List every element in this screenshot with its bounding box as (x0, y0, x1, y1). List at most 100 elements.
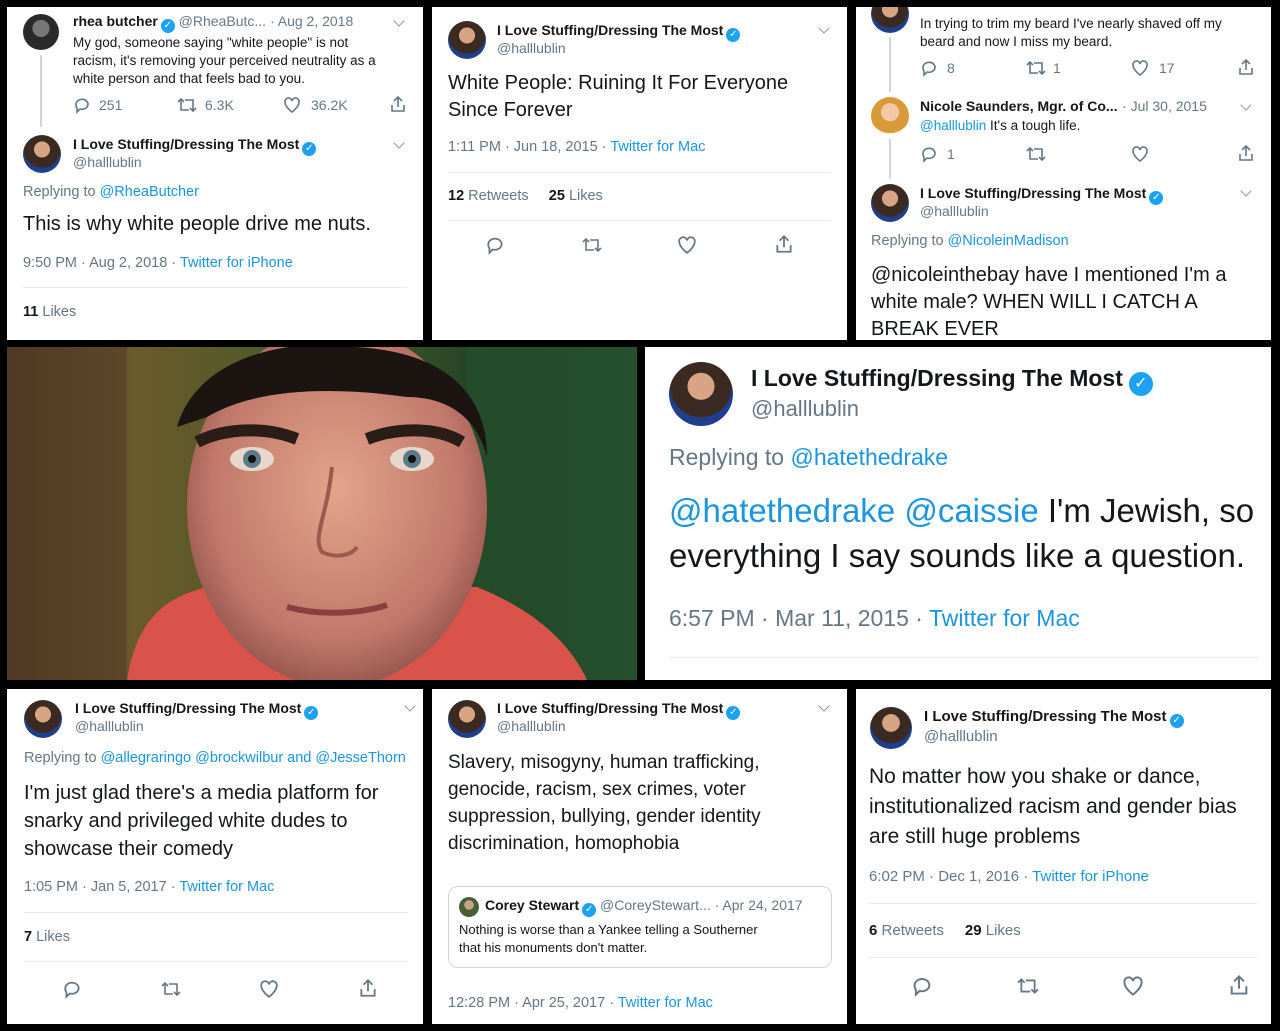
avatar[interactable] (669, 362, 733, 426)
replying-to-link[interactable]: @allegraringo @brockwilbur and @JesseTho… (101, 750, 406, 766)
author-name[interactable]: I Love Stuffing/Dressing The Most (497, 700, 723, 716)
tweet-client-link[interactable]: Twitter for iPhone (180, 255, 293, 271)
tweet-client-link[interactable]: Twitter for Mac (610, 139, 705, 155)
tweet-client-link[interactable]: Twitter for Mac (929, 605, 1080, 631)
avatar[interactable] (448, 700, 486, 738)
like-icon[interactable] (1122, 975, 1144, 997)
avatar[interactable] (871, 7, 909, 33)
share-icon[interactable] (1237, 58, 1255, 76)
share-icon[interactable] (389, 95, 407, 113)
tweet-client-link[interactable]: Twitter for Mac (179, 879, 274, 895)
author-handle[interactable]: @halllublin (73, 154, 142, 170)
like-icon[interactable] (1131, 145, 1149, 163)
quoted-tweet[interactable]: Corey Stewart ✓ @CoreyStewart... · Apr 24… (448, 886, 832, 968)
author-name[interactable]: I Love Stuffing/Dressing The Most (920, 185, 1146, 201)
chevron-down-icon[interactable] (818, 700, 830, 712)
author-handle[interactable]: @halllublin (751, 396, 859, 422)
author-name[interactable]: rhea butcher (73, 13, 158, 29)
chevron-down-icon[interactable] (393, 137, 405, 149)
avatar[interactable] (23, 135, 61, 173)
chevron-down-icon[interactable] (1240, 185, 1252, 197)
likes-count[interactable]: 29 (965, 922, 982, 939)
retweets-count[interactable]: 6 (869, 922, 877, 939)
retweet-icon[interactable] (1016, 976, 1040, 996)
tweet-timestamp[interactable]: 6:57 PM · Mar 11, 2015 · (669, 605, 923, 631)
likes-label[interactable]: Likes (42, 304, 76, 320)
likes-label[interactable]: Likes (986, 922, 1021, 939)
likes-count[interactable]: 11 (23, 304, 38, 320)
tweet-text-line: showcase their comedy (24, 838, 233, 860)
reply-icon[interactable] (73, 96, 91, 114)
tweet-date[interactable]: · Jul 30, 2015 (1122, 98, 1207, 114)
avatar[interactable] (24, 700, 62, 738)
like-icon[interactable] (677, 235, 697, 255)
avatar[interactable] (448, 21, 486, 59)
avatar[interactable] (870, 707, 912, 749)
chevron-down-icon[interactable] (393, 15, 405, 27)
verified-icon: ✓ (1169, 714, 1184, 728)
divider (23, 287, 407, 288)
author-name[interactable]: I Love Stuffing/Dressing The Most (751, 365, 1123, 391)
retweet-icon[interactable] (1026, 145, 1046, 163)
chevron-down-icon[interactable] (404, 700, 416, 712)
author-handle[interactable]: @halllublin (920, 203, 989, 219)
likes-count[interactable]: 7 (24, 929, 32, 945)
selfie-photo (7, 347, 637, 680)
tweet-date[interactable]: · Aug 2, 2018 (270, 13, 353, 29)
like-icon[interactable] (283, 96, 301, 114)
retweet-icon[interactable] (177, 96, 197, 114)
author-handle[interactable]: @halllublin (497, 40, 566, 56)
author-handle[interactable]: @halllublin (924, 728, 998, 745)
tweet-client-link[interactable]: Twitter for Mac (618, 995, 713, 1011)
tweet-timestamp[interactable]: 12:28 PM · Apr 25, 2017 · (448, 995, 614, 1011)
reply-icon[interactable] (911, 975, 933, 997)
tweet-timestamp[interactable]: 1:05 PM · Jan 5, 2017 · (24, 879, 176, 895)
reply-icon[interactable] (920, 59, 938, 77)
retweet-icon[interactable] (160, 980, 182, 998)
author-name[interactable]: I Love Stuffing/Dressing The Most (924, 708, 1167, 725)
author-name[interactable]: I Love Stuffing/Dressing The Most (75, 700, 301, 716)
retweet-icon[interactable] (1026, 59, 1046, 77)
likes-count[interactable]: 25 (549, 188, 565, 204)
tweet-timestamp[interactable]: 6:02 PM · Dec 1, 2016 · (869, 868, 1028, 885)
author-handle[interactable]: @halllublin (75, 718, 144, 734)
chevron-down-icon[interactable] (1240, 99, 1252, 111)
tweet-text-line: snarky and privileged white dudes to (24, 810, 348, 832)
author-name[interactable]: I Love Stuffing/Dressing The Most (497, 22, 723, 38)
quoted-text-line: Nothing is worse than a Yankee telling a… (459, 922, 758, 937)
share-icon[interactable] (358, 978, 378, 998)
mention-link[interactable]: @halllublin (920, 118, 986, 133)
mention-link[interactable]: @hatethedrake (669, 492, 895, 529)
like-icon[interactable] (259, 979, 279, 999)
replying-to-link[interactable]: @hatethedrake (790, 444, 948, 470)
author-handle[interactable]: @halllublin (497, 718, 566, 734)
retweets-label[interactable]: Retweets (468, 188, 528, 204)
reply-icon[interactable] (485, 235, 505, 255)
retweets-count[interactable]: 12 (448, 188, 464, 204)
chevron-down-icon[interactable] (818, 22, 830, 34)
retweet-icon[interactable] (581, 236, 603, 254)
avatar[interactable] (23, 14, 59, 50)
author-name[interactable]: I Love Stuffing/Dressing The Most (73, 136, 299, 152)
share-icon[interactable] (774, 234, 794, 254)
reply-icon[interactable] (62, 979, 82, 999)
author-name[interactable]: Nicole Saunders, Mgr. of Co... (920, 98, 1118, 114)
tweet-text-line: @nicoleinthebay have I mentioned I'm a (871, 264, 1227, 286)
author-handle[interactable]: @RheaButc... (179, 13, 266, 29)
share-icon[interactable] (1228, 974, 1250, 996)
tweet-client-link[interactable]: Twitter for iPhone (1032, 868, 1149, 885)
retweets-label[interactable]: Retweets (882, 922, 945, 939)
like-icon[interactable] (1131, 59, 1149, 77)
avatar[interactable] (871, 97, 909, 135)
likes-label[interactable]: Likes (569, 188, 603, 204)
tweet-text: It's a tough life. (990, 118, 1081, 133)
likes-label[interactable]: Likes (36, 929, 70, 945)
replying-to-link[interactable]: @RheaButcher (100, 184, 199, 200)
tweet-timestamp[interactable]: 9:50 PM · Aug 2, 2018 · (23, 255, 176, 271)
replying-to-link[interactable]: @NicoleinMadison (948, 233, 1069, 249)
reply-icon[interactable] (920, 145, 938, 163)
share-icon[interactable] (1237, 144, 1255, 162)
tweet-timestamp[interactable]: 1:11 PM · Jun 18, 2015 · (448, 139, 607, 155)
avatar[interactable] (871, 184, 909, 222)
mention-link[interactable]: @caissie (904, 492, 1038, 529)
